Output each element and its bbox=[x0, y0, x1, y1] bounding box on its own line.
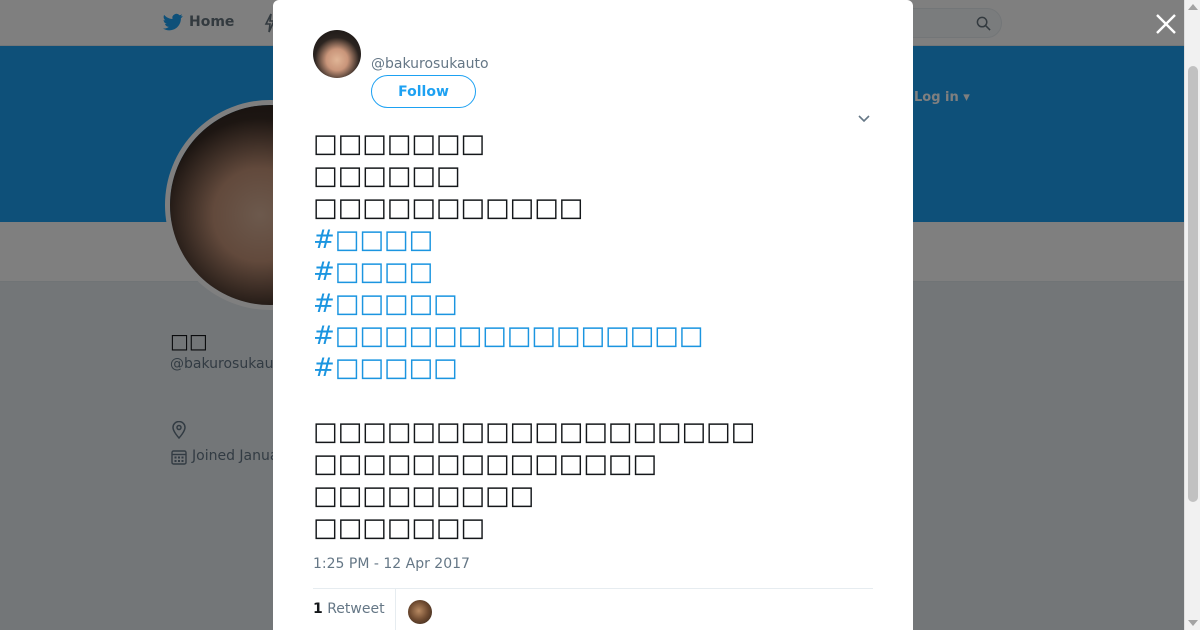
scroll-up-arrow[interactable] bbox=[1188, 4, 1198, 10]
stat-divider bbox=[395, 589, 396, 630]
retweeter-avatar[interactable] bbox=[408, 600, 432, 624]
close-icon bbox=[1156, 14, 1176, 34]
retweet-label: Retweet bbox=[327, 601, 385, 617]
retweet-number: 1 bbox=[313, 601, 323, 617]
tweet-timestamp[interactable]: 1:25 PM - 12 Apr 2017 bbox=[313, 556, 470, 572]
hashtag-link[interactable]: #□□□□□ bbox=[313, 352, 873, 384]
hashtag-link[interactable]: #□□□□ bbox=[313, 224, 873, 256]
tweet-text-line bbox=[313, 384, 873, 416]
scroll-down-arrow[interactable] bbox=[1188, 620, 1198, 626]
hashtag-link[interactable]: #□□□□□□□□□□□□□□□ bbox=[313, 320, 873, 352]
tweet-author-avatar[interactable] bbox=[313, 30, 361, 78]
tweet-text-line: □□□□□□□ bbox=[313, 513, 485, 543]
page-scrollbar[interactable] bbox=[1184, 0, 1200, 630]
tweet-text: □□□□□□□ □□□□□□ □□□□□□□□□□□ #□□□□ #□□□□ #□□□□□… bbox=[313, 128, 873, 544]
retweet-count[interactable]: 1 Retweet bbox=[313, 601, 385, 617]
tweet-text-line: □□□□□□□ bbox=[313, 129, 485, 159]
stats-divider bbox=[313, 588, 873, 589]
hashtag-link[interactable]: #□□□□ bbox=[313, 256, 873, 288]
tweet-modal: @bakurosukauto Follow □□□□□□□ □□□□□□ □□□□□… bbox=[273, 0, 913, 630]
tweet-text-line: □□□□□□□□□□□□□□□□□□ bbox=[313, 417, 756, 447]
tweet-text-line: □□□□□□□□□□□ bbox=[313, 193, 584, 223]
scrollbar-thumb[interactable] bbox=[1188, 66, 1198, 502]
follow-button[interactable]: Follow bbox=[371, 75, 476, 108]
tweet-text-line: □□□□□□□□□□□□□□ bbox=[313, 449, 657, 479]
tweet-text-line: □□□□□□ bbox=[313, 161, 461, 191]
tweet-author-handle[interactable]: @bakurosukauto bbox=[371, 56, 489, 72]
close-modal-button[interactable] bbox=[1153, 11, 1179, 37]
caret-down-icon[interactable] bbox=[857, 112, 871, 124]
hashtag-link[interactable]: #□□□□□ bbox=[313, 288, 873, 320]
tweet-text-line: □□□□□□□□□ bbox=[313, 481, 535, 511]
